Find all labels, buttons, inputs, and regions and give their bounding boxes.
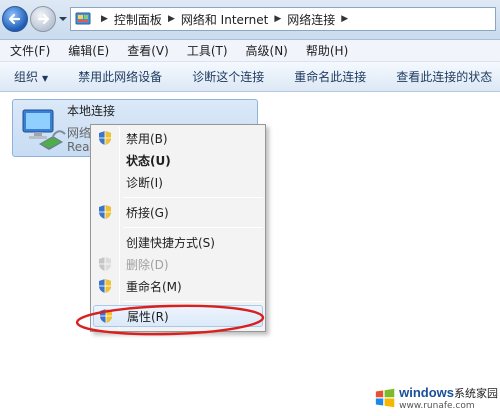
menu-bar: 文件(F) 编辑(E) 查看(V) 工具(T) 高级(N) 帮助(H) [0,40,500,62]
watermark-brand: windows系统家园 [399,386,498,400]
address-bar-container: ▶ 控制面板 ▶ 网络和 Internet ▶ 网络连接 ▶ [0,0,500,40]
context-menu-label: 诊断(I) [126,175,163,190]
empty-icon-slot [97,234,113,250]
context-menu-label: 状态(U) [126,153,171,168]
address-box[interactable]: ▶ 控制面板 ▶ 网络和 Internet ▶ 网络连接 ▶ [70,7,496,31]
command-bar: 组织 ▼ 禁用此网络设备 诊断这个连接 重命名此连接 查看此连接的状态 [0,62,500,92]
network-adapter-icon [22,109,66,150]
windows-logo-icon [375,388,395,408]
empty-icon-slot [97,174,113,190]
annotation-highlight-ellipse [75,304,265,336]
connection-device: Rea [67,140,90,154]
breadcrumb-network-connections[interactable]: 网络连接 [287,11,335,28]
context-menu-label: 重命名(M) [126,279,182,294]
menu-tools[interactable]: 工具(T) [181,42,234,59]
shield-icon [99,257,111,271]
rename-connection-button[interactable]: 重命名此连接 [294,68,366,85]
breadcrumb-control-panel[interactable]: 控制面板 [114,11,162,28]
watermark-url: www.runafe.com [399,400,475,411]
breadcrumb-separator[interactable]: ▶ [168,14,175,24]
empty-icon-slot [97,152,113,168]
context-menu-item-rename[interactable]: 重命名(M) [93,275,263,297]
watermark-brand-text: windows [399,384,454,400]
arrow-right-icon [37,13,50,25]
arrow-left-icon [8,13,21,25]
context-menu: 禁用(B) 状态(U) 诊断(I) 桥接(G) 创建快捷方式(S) 删除(D) … [90,124,266,332]
context-menu-item-status[interactable]: 状态(U) [93,149,263,171]
breadcrumb-separator[interactable]: ▶ [341,14,348,24]
context-menu-item-bridge[interactable]: 桥接(G) [93,201,263,223]
context-menu-item-disable[interactable]: 禁用(B) [93,127,263,149]
watermark: windows系统家园 www.runafe.com [374,382,498,414]
context-menu-separator [123,227,263,228]
control-panel-icon [75,12,91,25]
menu-advanced[interactable]: 高级(N) [240,42,294,59]
view-status-button[interactable]: 查看此连接的状态 [396,68,492,85]
menu-file[interactable]: 文件(F) [4,42,56,59]
shield-icon [99,205,111,219]
breadcrumb-separator[interactable]: ▶ [274,14,281,24]
forward-button[interactable] [30,6,56,32]
watermark-suffix: 系统家园 [454,387,498,400]
shield-icon [99,131,111,145]
menu-view[interactable]: 查看(V) [121,42,175,59]
context-menu-separator [123,301,263,302]
menu-help[interactable]: 帮助(H) [300,42,354,59]
disable-device-button[interactable]: 禁用此网络设备 [78,68,162,85]
back-button[interactable] [2,6,28,32]
organize-label: 组织 [14,70,39,84]
shield-icon [99,279,111,293]
context-menu-label: 桥接(G) [126,205,169,220]
context-menu-separator [123,197,263,198]
watermark-text: windows系统家园 www.runafe.com [399,386,498,411]
context-menu-item-delete: 删除(D) [93,253,263,275]
context-menu-item-create-shortcut[interactable]: 创建快捷方式(S) [93,231,263,253]
connection-status: 网络 [67,126,92,140]
breadcrumb-network-internet[interactable]: 网络和 Internet [181,11,268,28]
context-menu-label: 禁用(B) [126,131,168,146]
context-menu-label: 删除(D) [126,257,169,272]
menu-edit[interactable]: 编辑(E) [62,42,115,59]
content-pane: 本地连接 网络 Rea 禁用(B) 状态(U) 诊断(I) 桥接(G) 创建快捷… [0,92,500,416]
context-menu-label: 创建快捷方式(S) [126,235,215,250]
organize-button[interactable]: 组织 ▼ [14,68,48,85]
chevron-down-icon: ▼ [42,74,49,83]
breadcrumb-separator[interactable]: ▶ [101,14,108,24]
connection-name: 本地连接 [67,104,116,118]
history-dropdown-icon[interactable] [58,14,68,24]
diagnose-connection-button[interactable]: 诊断这个连接 [192,68,264,85]
context-menu-item-diagnose[interactable]: 诊断(I) [93,171,263,193]
